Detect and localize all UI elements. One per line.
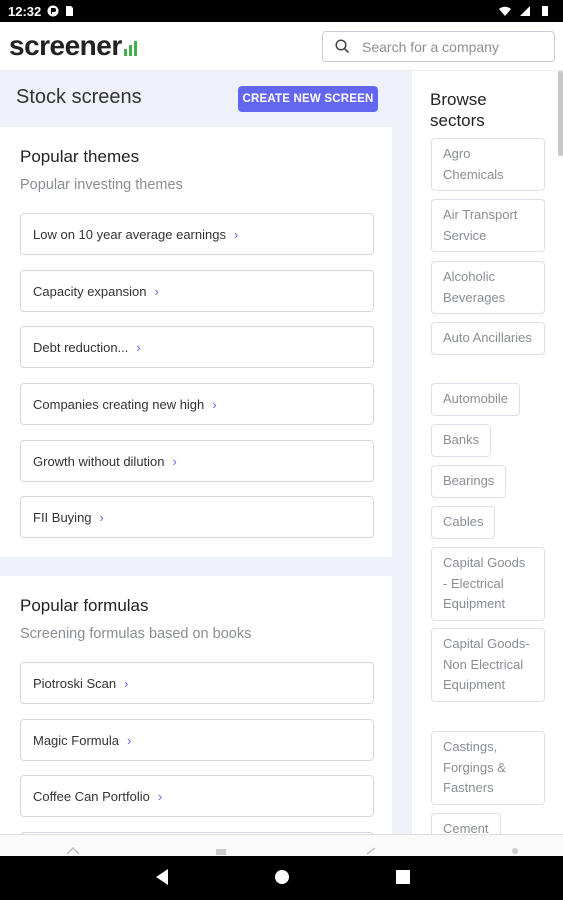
back-icon[interactable]: [155, 868, 169, 886]
sector-chip[interactable]: Cables: [431, 506, 496, 539]
list-item[interactable]: Magic Formula ›: [20, 719, 374, 761]
status-time: 12:32: [8, 3, 42, 19]
sidebar-scrollbar[interactable]: [558, 71, 563, 156]
account-tab-icon[interactable]: [508, 847, 522, 855]
chevron-right-icon: ›: [233, 226, 239, 242]
list-item[interactable]: Capacity expansion ›: [20, 270, 374, 312]
app-notification-icon: [47, 5, 59, 17]
browse-sectors-title: Browse sectors: [430, 90, 487, 130]
wifi-icon: [499, 6, 511, 16]
search-input[interactable]: [362, 38, 542, 55]
sector-chip[interactable]: Cement: [431, 813, 501, 834]
list-item[interactable]: Debt reduction... ›: [20, 326, 374, 368]
sd-card-icon: [66, 6, 74, 16]
page-title: Stock screens: [16, 86, 142, 108]
list-item-label: Piotroski Scan: [33, 675, 117, 691]
list-item[interactable]: Growth without dilution ›: [20, 440, 374, 482]
sector-chip[interactable]: Air Transport Service: [431, 199, 545, 252]
list-item-label: Capacity expansion: [33, 283, 147, 299]
list-item-label: Coffee Can Portfolio: [33, 788, 150, 804]
home-tab-icon[interactable]: [66, 847, 80, 855]
logo-text: screener: [9, 30, 122, 61]
sector-chip[interactable]: Capital Goods-Non Electrical Equipment: [431, 628, 545, 702]
screens-tab-icon[interactable]: [216, 849, 226, 855]
tools-tab-icon[interactable]: [366, 847, 376, 855]
chevron-right-icon: ›: [172, 453, 177, 469]
chevron-right-icon: ›: [124, 675, 129, 691]
screener-logo[interactable]: screener: [9, 30, 137, 62]
sector-chip[interactable]: Banks: [431, 424, 492, 457]
popular-formulas-subtitle: Screening formulas based on books: [20, 626, 252, 642]
chevron-right-icon: ›: [212, 396, 217, 412]
battery-icon: [542, 6, 548, 16]
popular-themes-title: Popular themes: [20, 147, 140, 166]
list-item[interactable]: FII Buying ›: [20, 496, 374, 538]
top-header: screener: [0, 22, 563, 71]
sector-chip[interactable]: Auto Ancillaries: [431, 322, 545, 355]
recents-icon[interactable]: [395, 868, 411, 886]
popular-themes-subtitle: Popular investing themes: [20, 177, 183, 193]
popular-formulas-card: Popular formulas Screening formulas base…: [0, 576, 392, 842]
list-item-label: Companies creating new high: [33, 396, 205, 412]
list-item-label: Low on 10 year average earnings: [33, 226, 226, 242]
list-item-label: Debt reduction...: [33, 339, 129, 355]
create-new-screen-button[interactable]: CREATE NEW SCREEN: [238, 86, 378, 112]
sector-chip[interactable]: Capital Goods - Electrical Equipment: [431, 547, 545, 621]
list-item-label: FII Buying: [33, 509, 92, 525]
sector-chip[interactable]: Bearings: [431, 465, 507, 498]
chevron-right-icon: ›: [157, 788, 163, 804]
sector-chip[interactable]: Alcoholic Beverages: [431, 261, 545, 314]
list-item-label: Growth without dilution: [33, 453, 165, 469]
list-item-label: Magic Formula: [33, 732, 119, 748]
popular-themes-card: Popular themes Popular investing themes …: [0, 127, 392, 557]
signal-icon: [520, 6, 530, 16]
search-icon: [335, 39, 350, 54]
home-icon[interactable]: [274, 868, 290, 886]
sector-chip[interactable]: Agro Chemicals: [431, 138, 545, 191]
sector-chip[interactable]: Castings, Forgings & Fastners: [431, 731, 545, 805]
list-item[interactable]: Coffee Can Portfolio ›: [20, 775, 374, 817]
chevron-right-icon: ›: [99, 509, 104, 525]
sector-chip[interactable]: Automobile: [431, 383, 521, 416]
list-item[interactable]: Low on 10 year average earnings ›: [20, 213, 374, 255]
logo-bars-icon: [123, 41, 137, 56]
chevron-right-icon: ›: [136, 339, 141, 355]
popular-formulas-title: Popular formulas: [20, 596, 149, 615]
company-search-box[interactable]: [322, 31, 555, 62]
list-item[interactable]: Companies creating new high ›: [20, 383, 374, 425]
chevron-right-icon: ›: [126, 732, 132, 748]
list-item[interactable]: Piotroski Scan ›: [20, 662, 374, 704]
app-bottom-nav: [0, 834, 563, 856]
chevron-right-icon: ›: [154, 283, 159, 299]
status-bar: 12:32: [0, 0, 563, 22]
android-nav-bar: [0, 856, 563, 900]
